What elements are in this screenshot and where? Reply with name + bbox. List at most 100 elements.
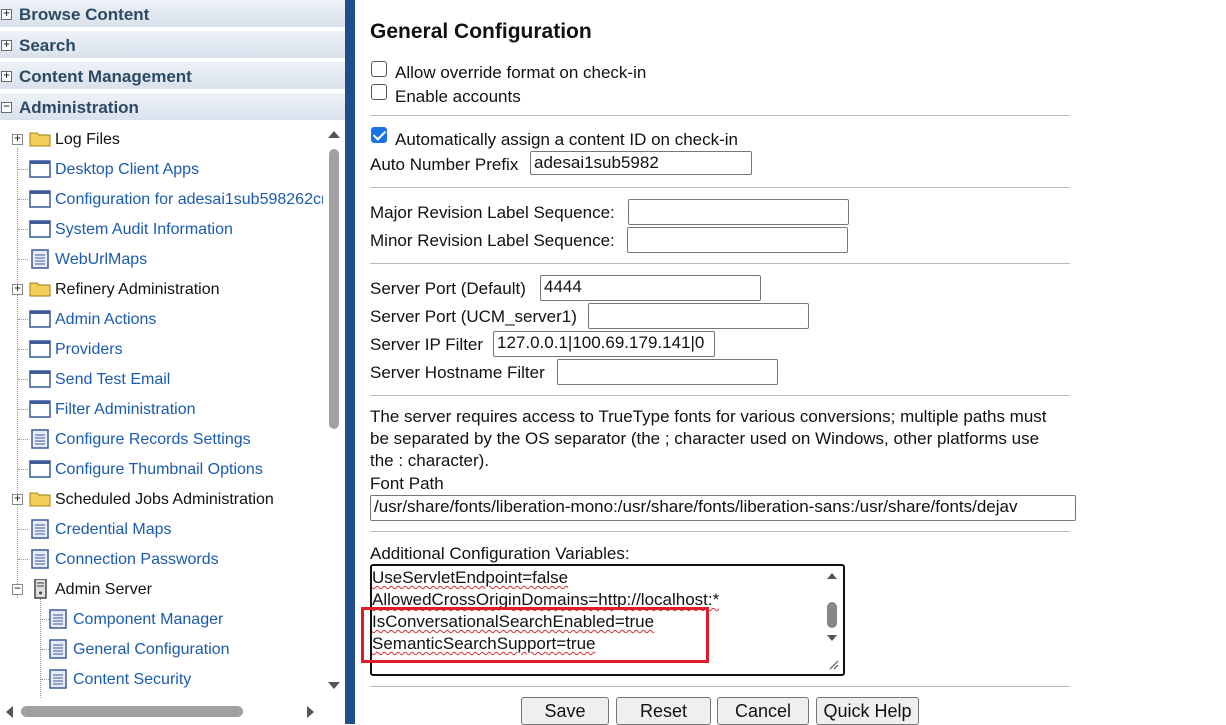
expand-icon: + <box>1 9 12 20</box>
document-icon <box>49 669 67 689</box>
red-highlight-box <box>361 607 709 663</box>
cancel-button[interactable]: Cancel <box>717 697 809 725</box>
tree-item-send-test-email[interactable]: Send Test Email <box>0 368 320 394</box>
tree-item-log-files[interactable]: + Log Files <box>0 128 320 154</box>
tree-label: Component Manager <box>73 611 224 628</box>
tree-item-filter-admin[interactable]: Filter Administration <box>0 398 320 424</box>
section-divider <box>370 263 1070 264</box>
scrollbar-thumb[interactable] <box>21 706 243 717</box>
tree-item-configure-records[interactable]: Configure Records Settings <box>0 428 320 454</box>
accordion-administration[interactable]: − Administration <box>0 93 345 122</box>
enable-accounts-checkbox[interactable] <box>371 84 387 100</box>
pane-divider[interactable] <box>345 0 355 724</box>
tree-line <box>18 229 28 230</box>
server-ip-filter-input[interactable]: 127.0.0.1|100.69.179.141|0 <box>493 331 715 357</box>
major-revision-input[interactable] <box>628 199 849 225</box>
expand-icon[interactable]: + <box>12 494 23 505</box>
server-icon <box>34 579 47 599</box>
auto-number-prefix-label: Auto Number Prefix <box>370 155 519 174</box>
scroll-up-arrow-icon[interactable] <box>826 572 838 580</box>
server-hostname-filter-label: Server Hostname Filter <box>370 363 545 382</box>
tree-item-component-manager[interactable]: Component Manager <box>0 608 320 634</box>
tree-item-content-security[interactable]: Content Security <box>0 668 320 694</box>
tree-label: Admin Actions <box>55 311 157 328</box>
document-icon <box>49 639 67 659</box>
server-port-ucm-input[interactable] <box>588 303 809 329</box>
major-revision-label: Major Revision Label Sequence: <box>370 203 615 222</box>
window-icon <box>29 190 51 208</box>
window-icon <box>29 340 51 358</box>
collapse-icon: − <box>1 102 12 113</box>
tree-vertical-scrollbar[interactable] <box>323 125 345 695</box>
tree-label: Scheduled Jobs Administration <box>55 491 274 508</box>
accordion-search[interactable]: + Search <box>0 31 345 60</box>
tree-line <box>18 559 28 560</box>
tree-line <box>18 259 28 260</box>
scroll-down-arrow-icon[interactable] <box>826 634 838 642</box>
server-ip-filter-label: Server IP Filter <box>370 335 484 354</box>
tree-item-system-audit[interactable]: System Audit Information <box>0 218 320 244</box>
auto-number-prefix-input[interactable]: adesai1sub5982 <box>530 151 752 175</box>
page-title: General Configuration <box>370 20 592 43</box>
scrollbar-thumb[interactable] <box>827 602 837 628</box>
window-icon <box>29 310 51 328</box>
expand-icon: + <box>1 71 12 82</box>
allow-override-checkbox[interactable] <box>371 61 387 77</box>
minor-revision-input[interactable] <box>627 227 848 253</box>
tree-item-desktop-client-apps[interactable]: Desktop Client Apps <box>0 158 320 184</box>
tree-label: WebUrlMaps <box>55 251 148 268</box>
tree-item-admin-server[interactable]: − Admin Server <box>0 578 320 604</box>
tree-horizontal-scrollbar[interactable] <box>0 701 322 724</box>
reset-button[interactable]: Reset <box>616 697 711 725</box>
tree-line <box>18 469 28 470</box>
save-button[interactable]: Save <box>521 697 609 725</box>
tree-line <box>18 349 28 350</box>
folder-icon <box>29 282 51 297</box>
quick-help-button[interactable]: Quick Help <box>816 697 919 725</box>
server-port-default-input[interactable]: 4444 <box>540 275 761 301</box>
tree-line <box>18 379 28 380</box>
tree-item-weburlmaps[interactable]: WebUrlMaps <box>0 248 320 274</box>
tree-item-scheduled-jobs[interactable]: + Scheduled Jobs Administration <box>0 488 320 514</box>
tree-label: Refinery Administration <box>55 281 220 298</box>
tree-label: Send Test Email <box>55 371 171 388</box>
tree-item-credential-maps[interactable]: Credential Maps <box>0 518 320 544</box>
resize-handle-icon[interactable] <box>827 658 839 670</box>
accordion-content-management[interactable]: + Content Management <box>0 62 345 91</box>
window-icon <box>29 370 51 388</box>
config-line: UseServletEndpoint=false <box>372 568 569 587</box>
tree-item-admin-actions[interactable]: Admin Actions <box>0 308 320 334</box>
server-port-ucm-label: Server Port (UCM_server1) <box>370 307 577 326</box>
tree-item-connection-passwords[interactable]: Connection Passwords <box>0 548 320 574</box>
tree-item-configuration-for[interactable]: Configuration for adesai1sub598262cr <box>0 188 326 214</box>
tree-line <box>18 529 28 530</box>
accordion-label: Browse Content <box>19 5 150 24</box>
accordion-label: Administration <box>19 98 139 117</box>
expand-icon[interactable]: + <box>12 134 23 145</box>
tree-label: Configuration for adesai1sub598262cr <box>55 191 327 208</box>
tree-label: System Audit Information <box>55 221 233 238</box>
tree-item-providers[interactable]: Providers <box>0 338 320 364</box>
expand-icon[interactable]: + <box>12 284 23 295</box>
font-path-input[interactable]: /usr/share/fonts/liberation-mono:/usr/sh… <box>370 495 1076 521</box>
scroll-down-arrow-icon[interactable] <box>327 681 341 691</box>
tree-line <box>18 169 28 170</box>
scroll-right-arrow-icon[interactable] <box>306 705 316 719</box>
scroll-left-arrow-icon[interactable] <box>4 705 14 719</box>
textarea-scrollbar[interactable] <box>823 568 841 672</box>
minor-revision-label: Minor Revision Label Sequence: <box>370 231 615 250</box>
document-icon <box>49 609 67 629</box>
server-hostname-filter-input[interactable] <box>557 359 778 385</box>
server-port-default-label: Server Port (Default) <box>370 279 526 298</box>
section-divider <box>370 686 1070 687</box>
auto-assign-content-id-checkbox[interactable] <box>371 127 387 143</box>
accordion-browse-content[interactable]: + Browse Content <box>0 0 345 29</box>
document-icon <box>31 519 49 539</box>
collapse-icon[interactable]: − <box>12 584 23 595</box>
tree-item-configure-thumbnail[interactable]: Configure Thumbnail Options <box>0 458 320 484</box>
scrollbar-thumb[interactable] <box>329 149 339 429</box>
fonts-description: The server requires access to TrueType f… <box>370 407 1047 470</box>
tree-item-general-configuration[interactable]: General Configuration <box>0 638 320 664</box>
scroll-up-arrow-icon[interactable] <box>327 129 341 139</box>
tree-item-refinery-admin[interactable]: + Refinery Administration <box>0 278 320 304</box>
